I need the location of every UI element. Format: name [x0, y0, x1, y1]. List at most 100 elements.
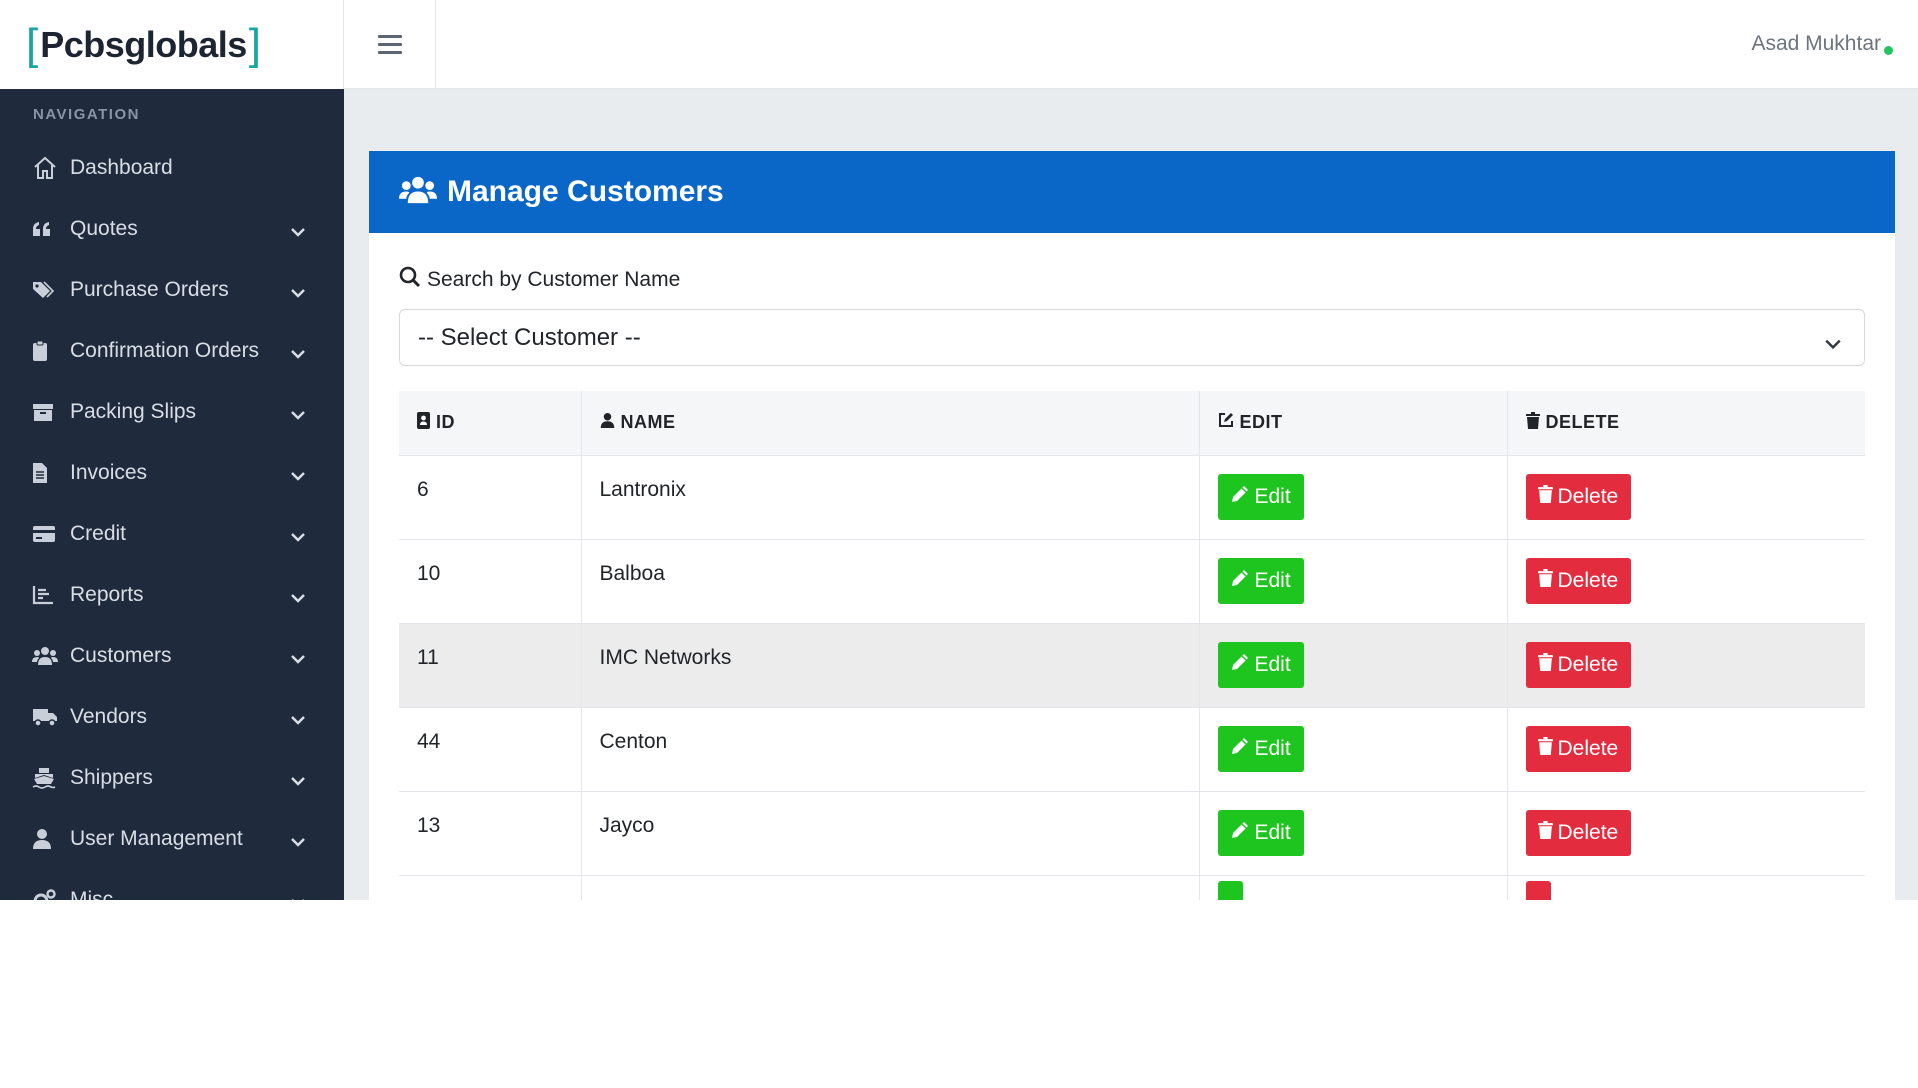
- customer-name-cell: Balboa: [580, 538, 1199, 623]
- delete-cell: Delete: [1506, 790, 1865, 875]
- sidebar-item-user-management[interactable]: User Management: [0, 808, 344, 869]
- sidebar-item-quotes[interactable]: Quotes: [0, 198, 344, 259]
- edit-button-label: Edit: [1254, 737, 1291, 760]
- brand-open-bracket: [: [26, 19, 39, 69]
- sidebar-item-label: Credit: [70, 521, 127, 545]
- pencil-icon: [1230, 484, 1255, 510]
- sidebar-item-label: Quotes: [70, 216, 138, 240]
- delete-button[interactable]: Delete: [1525, 642, 1632, 688]
- edit-cell: Edit: [1198, 622, 1507, 707]
- delete-cell: Delete: [1506, 622, 1865, 707]
- chevron-down-icon: [290, 464, 306, 488]
- customer-name-cell: IMC Networks: [580, 622, 1199, 707]
- brand-close-bracket: ]: [248, 19, 262, 69]
- sidebar-item-dashboard[interactable]: Dashboard: [0, 137, 344, 198]
- table-row: 11 IMC Networks Edit Delete: [399, 622, 1865, 707]
- top-bar: Asad Mukhtar: [344, 0, 1918, 89]
- id-badge-icon: [417, 411, 436, 434]
- edit-button[interactable]: Edit: [1217, 810, 1304, 856]
- hamburger-icon: [377, 35, 402, 54]
- customer-select-value: -- Select Customer --: [418, 323, 641, 351]
- sidebar-item-misc[interactable]: Misc: [0, 869, 344, 900]
- page-title: Manage Customers: [447, 175, 724, 208]
- sidebar-item-label: Vendors: [70, 704, 148, 728]
- edit-button[interactable]: Edit: [1217, 474, 1304, 520]
- trash-icon: [1537, 737, 1558, 761]
- delete-button[interactable]: Delete: [1525, 810, 1632, 856]
- edit-button-label: Edit: [1254, 485, 1291, 508]
- column-header-label: NAME: [620, 412, 676, 433]
- trash-icon: [1537, 653, 1558, 677]
- edit-cell: Edit: [1198, 790, 1507, 875]
- delete-button[interactable]: Delete: [1525, 474, 1632, 520]
- credit-card-icon: [32, 525, 58, 543]
- pencil-icon: [1230, 736, 1255, 762]
- sidebar-item-label: Purchase Orders: [70, 277, 229, 301]
- pencil-icon: [1230, 820, 1255, 846]
- edit-button[interactable]: Edit: [1217, 726, 1304, 772]
- edit-button[interactable]: [1217, 881, 1243, 900]
- edit-button[interactable]: Edit: [1217, 558, 1304, 604]
- delete-cell: [1506, 874, 1865, 900]
- sidebar-item-purchase-orders[interactable]: Purchase Orders: [0, 259, 344, 320]
- customers-table: ID NAME EDIT DELETE 6 Lantronix Edit Delete…: [399, 391, 1865, 900]
- customer-id-cell: [399, 874, 581, 900]
- table-row: [399, 874, 1865, 900]
- customer-name-cell: [580, 874, 1199, 900]
- customer-name-cell: Centon: [580, 706, 1199, 791]
- sidebar-item-label: Confirmation Orders: [70, 338, 260, 362]
- sidebar-item-credit[interactable]: Credit: [0, 503, 344, 564]
- sidebar-item-reports[interactable]: Reports: [0, 564, 344, 625]
- brand-name: Pcbsglobals: [40, 23, 247, 65]
- search-label: Search by Customer Name: [399, 266, 680, 294]
- delete-button-label: Delete: [1557, 821, 1619, 844]
- delete-button[interactable]: [1525, 881, 1551, 900]
- nav-section-title: NAVIGATION: [33, 106, 140, 123]
- column-header-label: EDIT: [1239, 412, 1283, 433]
- chevron-down-icon: [290, 647, 306, 671]
- archive-icon: [32, 402, 58, 422]
- delete-cell: Delete: [1506, 454, 1865, 539]
- sidebar-item-vendors[interactable]: Vendors: [0, 686, 344, 747]
- sidebar-item-invoices[interactable]: Invoices: [0, 442, 344, 503]
- table-row: 10 Balboa Edit Delete: [399, 538, 1865, 623]
- customer-id-cell: 11: [399, 622, 581, 707]
- brand-logo[interactable]: [ Pcbsglobals ]: [0, 0, 344, 89]
- delete-button-label: Delete: [1557, 653, 1619, 676]
- blank-area: [0, 900, 1918, 1088]
- delete-button[interactable]: Delete: [1525, 726, 1632, 772]
- trash-icon: [1537, 821, 1558, 845]
- chevron-down-icon: [290, 525, 306, 549]
- sidebar-item-label: Reports: [70, 582, 144, 606]
- delete-button[interactable]: Delete: [1525, 558, 1632, 604]
- trash-icon: [1537, 569, 1558, 593]
- sidebar-item-confirmation-orders[interactable]: Confirmation Orders: [0, 320, 344, 381]
- chevron-down-icon: [290, 769, 306, 793]
- edit-icon: [1218, 412, 1240, 433]
- sidebar-item-label: Packing Slips: [70, 399, 197, 423]
- column-header-label: ID: [436, 412, 455, 433]
- customer-name-cell: Jayco: [580, 790, 1199, 875]
- chevron-down-icon: [290, 830, 306, 854]
- customer-select[interactable]: -- Select Customer --: [399, 309, 1865, 366]
- user-menu[interactable]: Asad Mukhtar: [1751, 32, 1893, 56]
- sidebar-item-shippers[interactable]: Shippers: [0, 747, 344, 808]
- chart-icon: [32, 585, 58, 605]
- cogs-icon: [32, 888, 58, 900]
- column-header-delete: DELETE: [1506, 391, 1865, 455]
- menu-toggle-button[interactable]: [344, 0, 436, 89]
- quote-icon: [32, 221, 58, 237]
- sidebar-item-label: Misc: [70, 887, 114, 901]
- customer-id-cell: 6: [399, 454, 581, 539]
- sidebar-item-label: User Management: [70, 826, 243, 850]
- online-status-dot: [1884, 46, 1893, 55]
- sidebar-item-customers[interactable]: Customers: [0, 625, 344, 686]
- pencil-icon: [1230, 652, 1255, 678]
- edit-cell: Edit: [1198, 706, 1507, 791]
- table-row: 6 Lantronix Edit Delete: [399, 454, 1865, 539]
- clipboard-icon: [32, 340, 58, 362]
- edit-button[interactable]: Edit: [1217, 642, 1304, 688]
- pencil-icon: [1230, 568, 1255, 594]
- sidebar-item-packing-slips[interactable]: Packing Slips: [0, 381, 344, 442]
- user-icon: [600, 412, 621, 434]
